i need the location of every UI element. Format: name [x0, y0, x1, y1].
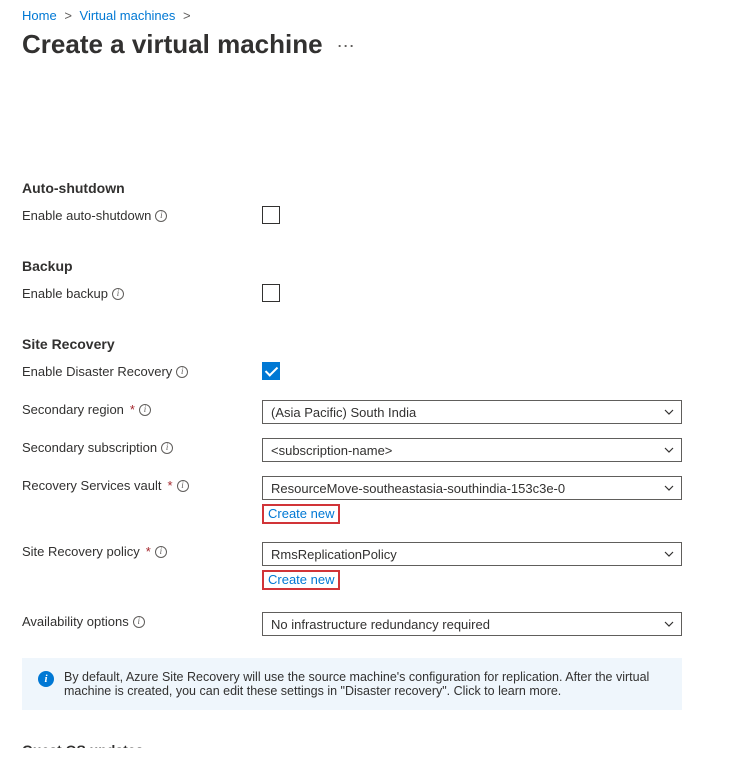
breadcrumb-home[interactable]: Home — [22, 8, 57, 23]
info-banner-site-recovery[interactable]: By default, Azure Site Recovery will use… — [22, 658, 682, 710]
checkbox-enable-disaster-recovery[interactable] — [262, 362, 280, 380]
chevron-down-icon — [663, 482, 675, 494]
info-icon[interactable] — [177, 480, 189, 492]
chevron-down-icon — [663, 548, 675, 560]
checkbox-enable-backup[interactable] — [262, 284, 280, 302]
chevron-down-icon — [663, 618, 675, 630]
info-icon[interactable] — [161, 442, 173, 454]
select-value: No infrastructure redundancy required — [271, 617, 490, 632]
label-enable-backup: Enable backup — [22, 286, 108, 301]
info-icon[interactable] — [133, 616, 145, 628]
info-icon — [38, 671, 54, 687]
info-banner-text: By default, Azure Site Recovery will use… — [64, 670, 666, 698]
required-indicator: * — [167, 478, 172, 493]
select-value: ResourceMove-southeastasia-southindia-15… — [271, 481, 565, 496]
chevron-down-icon — [663, 444, 675, 456]
required-indicator: * — [146, 544, 151, 559]
highlight-box: Create new — [262, 504, 340, 524]
checkbox-enable-auto-shutdown[interactable] — [262, 206, 280, 224]
breadcrumb: Home > Virtual machines > — [22, 8, 721, 23]
label-secondary-subscription: Secondary subscription — [22, 440, 157, 455]
select-site-recovery-policy[interactable]: RmsReplicationPolicy — [262, 542, 682, 566]
info-icon[interactable] — [155, 546, 167, 558]
info-icon[interactable] — [112, 288, 124, 300]
label-enable-disaster-recovery: Enable Disaster Recovery — [22, 364, 172, 379]
section-heading-guest-os-updates: Guest OS updates — [22, 742, 721, 748]
required-indicator: * — [130, 402, 135, 417]
select-value: (Asia Pacific) South India — [271, 405, 416, 420]
info-icon[interactable] — [155, 210, 167, 222]
breadcrumb-virtual-machines[interactable]: Virtual machines — [80, 8, 176, 23]
label-enable-auto-shutdown: Enable auto-shutdown — [22, 208, 151, 223]
select-secondary-region[interactable]: (Asia Pacific) South India — [262, 400, 682, 424]
info-icon[interactable] — [176, 366, 188, 378]
select-availability-options[interactable]: No infrastructure redundancy required — [262, 612, 682, 636]
info-icon[interactable] — [139, 404, 151, 416]
link-create-new-vault[interactable]: Create new — [264, 506, 338, 522]
label-secondary-region: Secondary region — [22, 402, 124, 417]
section-heading-backup: Backup — [22, 258, 721, 274]
label-availability-options: Availability options — [22, 614, 129, 629]
chevron-down-icon — [663, 406, 675, 418]
select-secondary-subscription[interactable]: <subscription-name> — [262, 438, 682, 462]
label-recovery-services-vault: Recovery Services vault — [22, 478, 161, 493]
select-value: <subscription-name> — [271, 443, 392, 458]
page-title: Create a virtual machine — [22, 29, 323, 60]
select-value: RmsReplicationPolicy — [271, 547, 397, 562]
label-site-recovery-policy: Site Recovery policy — [22, 544, 140, 559]
select-recovery-services-vault[interactable]: ResourceMove-southeastasia-southindia-15… — [262, 476, 682, 500]
chevron-right-icon: > — [64, 8, 72, 23]
section-heading-site-recovery: Site Recovery — [22, 336, 721, 352]
link-create-new-policy[interactable]: Create new — [264, 572, 338, 588]
chevron-right-icon: > — [183, 8, 191, 23]
highlight-box: Create new — [262, 570, 340, 590]
section-heading-auto-shutdown: Auto-shutdown — [22, 180, 721, 196]
more-actions-button[interactable]: ⋯ — [337, 30, 355, 57]
